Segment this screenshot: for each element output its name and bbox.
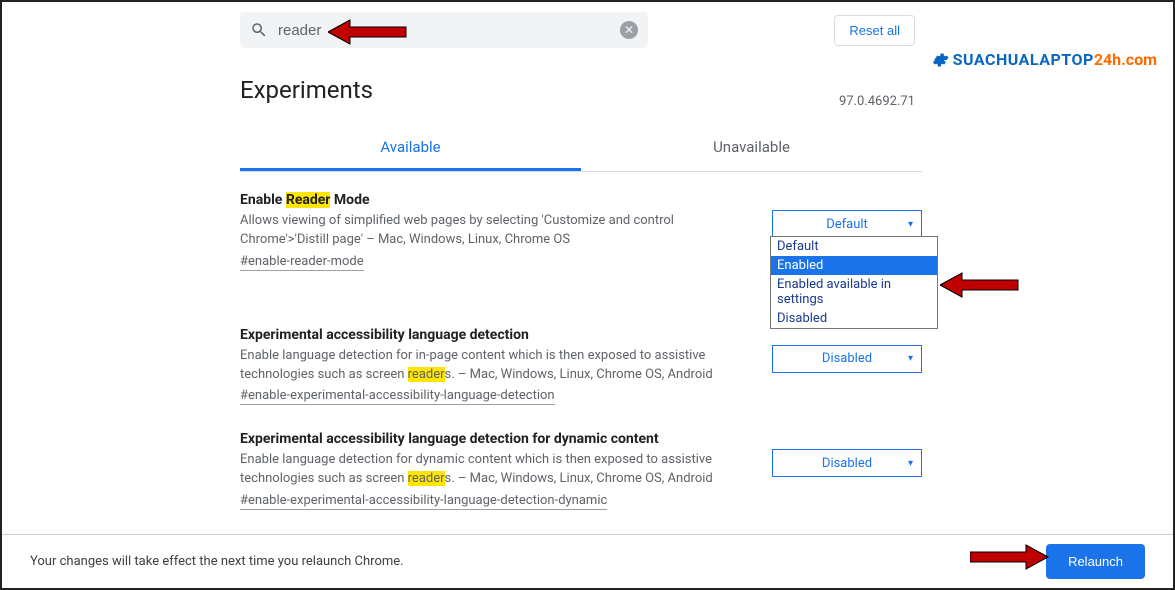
- flag-hash-link[interactable]: #enable-experimental-accessibility-langu…: [240, 493, 607, 510]
- flag-select-dropdown: Default Enabled Enabled available in set…: [770, 236, 938, 329]
- search-icon: [250, 21, 268, 39]
- flag-select[interactable]: Default ▾: [772, 210, 922, 238]
- tabs: Available Unavailable: [240, 128, 922, 172]
- flag-description: Enable language detection for dynamic co…: [240, 451, 740, 489]
- dropdown-option-enabled-settings[interactable]: Enabled available in settings: [771, 275, 937, 309]
- flag-hash-link[interactable]: #enable-reader-mode: [240, 254, 364, 271]
- chevron-down-icon: ▾: [908, 353, 913, 364]
- dropdown-option-default[interactable]: Default: [771, 237, 937, 256]
- tab-available[interactable]: Available: [240, 128, 581, 171]
- select-value: Disabled: [822, 456, 872, 471]
- flag-title: Experimental accessibility language dete…: [240, 431, 922, 447]
- highlight: reader: [408, 367, 445, 382]
- footer-message: Your changes will take effect the next t…: [30, 554, 404, 569]
- highlight: reader: [408, 471, 445, 486]
- annotation-arrow-dropdown: [940, 270, 1020, 300]
- annotation-arrow-relaunch: [970, 542, 1050, 572]
- chevron-down-icon: ▾: [908, 458, 913, 469]
- reset-all-button[interactable]: Reset all: [834, 15, 915, 46]
- version-label: 97.0.4692.71: [839, 94, 915, 109]
- flag-description: Enable language detection for in-page co…: [240, 347, 740, 385]
- clear-search-icon[interactable]: ✕: [620, 21, 638, 39]
- dropdown-option-disabled[interactable]: Disabled: [771, 309, 937, 328]
- flag-hash-link[interactable]: #enable-experimental-accessibility-langu…: [240, 388, 555, 405]
- flag-accessibility-lang-detection-dynamic: Experimental accessibility language dete…: [240, 431, 922, 510]
- chevron-down-icon: ▾: [908, 219, 913, 230]
- flag-description: Allows viewing of simplified web pages b…: [240, 212, 740, 250]
- flag-title: Enable Reader Mode: [240, 192, 922, 208]
- watermark-text-blue: SUACHUALAPTOP: [953, 50, 1094, 69]
- dropdown-option-enabled[interactable]: Enabled: [771, 256, 937, 275]
- flag-select[interactable]: Disabled ▾: [772, 345, 922, 373]
- page-title: Experiments: [240, 76, 1173, 104]
- flag-select[interactable]: Disabled ▾: [772, 449, 922, 477]
- select-value: Default: [826, 217, 868, 232]
- watermark-logo: SUACHUALAPTOP24h.com: [931, 50, 1157, 69]
- tab-unavailable[interactable]: Unavailable: [581, 128, 922, 171]
- flag-enable-reader-mode: Enable Reader Mode Allows viewing of sim…: [240, 192, 922, 271]
- search-box[interactable]: ✕: [240, 12, 648, 48]
- select-value: Disabled: [822, 351, 872, 366]
- relaunch-button[interactable]: Relaunch: [1046, 544, 1145, 579]
- annotation-arrow-search: [328, 17, 408, 47]
- highlight: Reader: [286, 192, 331, 208]
- flag-accessibility-lang-detection: Experimental accessibility language dete…: [240, 327, 922, 406]
- watermark-text-orange: 24h.com: [1094, 50, 1157, 69]
- flag-title: Experimental accessibility language dete…: [240, 327, 922, 343]
- gear-icon: [931, 51, 949, 69]
